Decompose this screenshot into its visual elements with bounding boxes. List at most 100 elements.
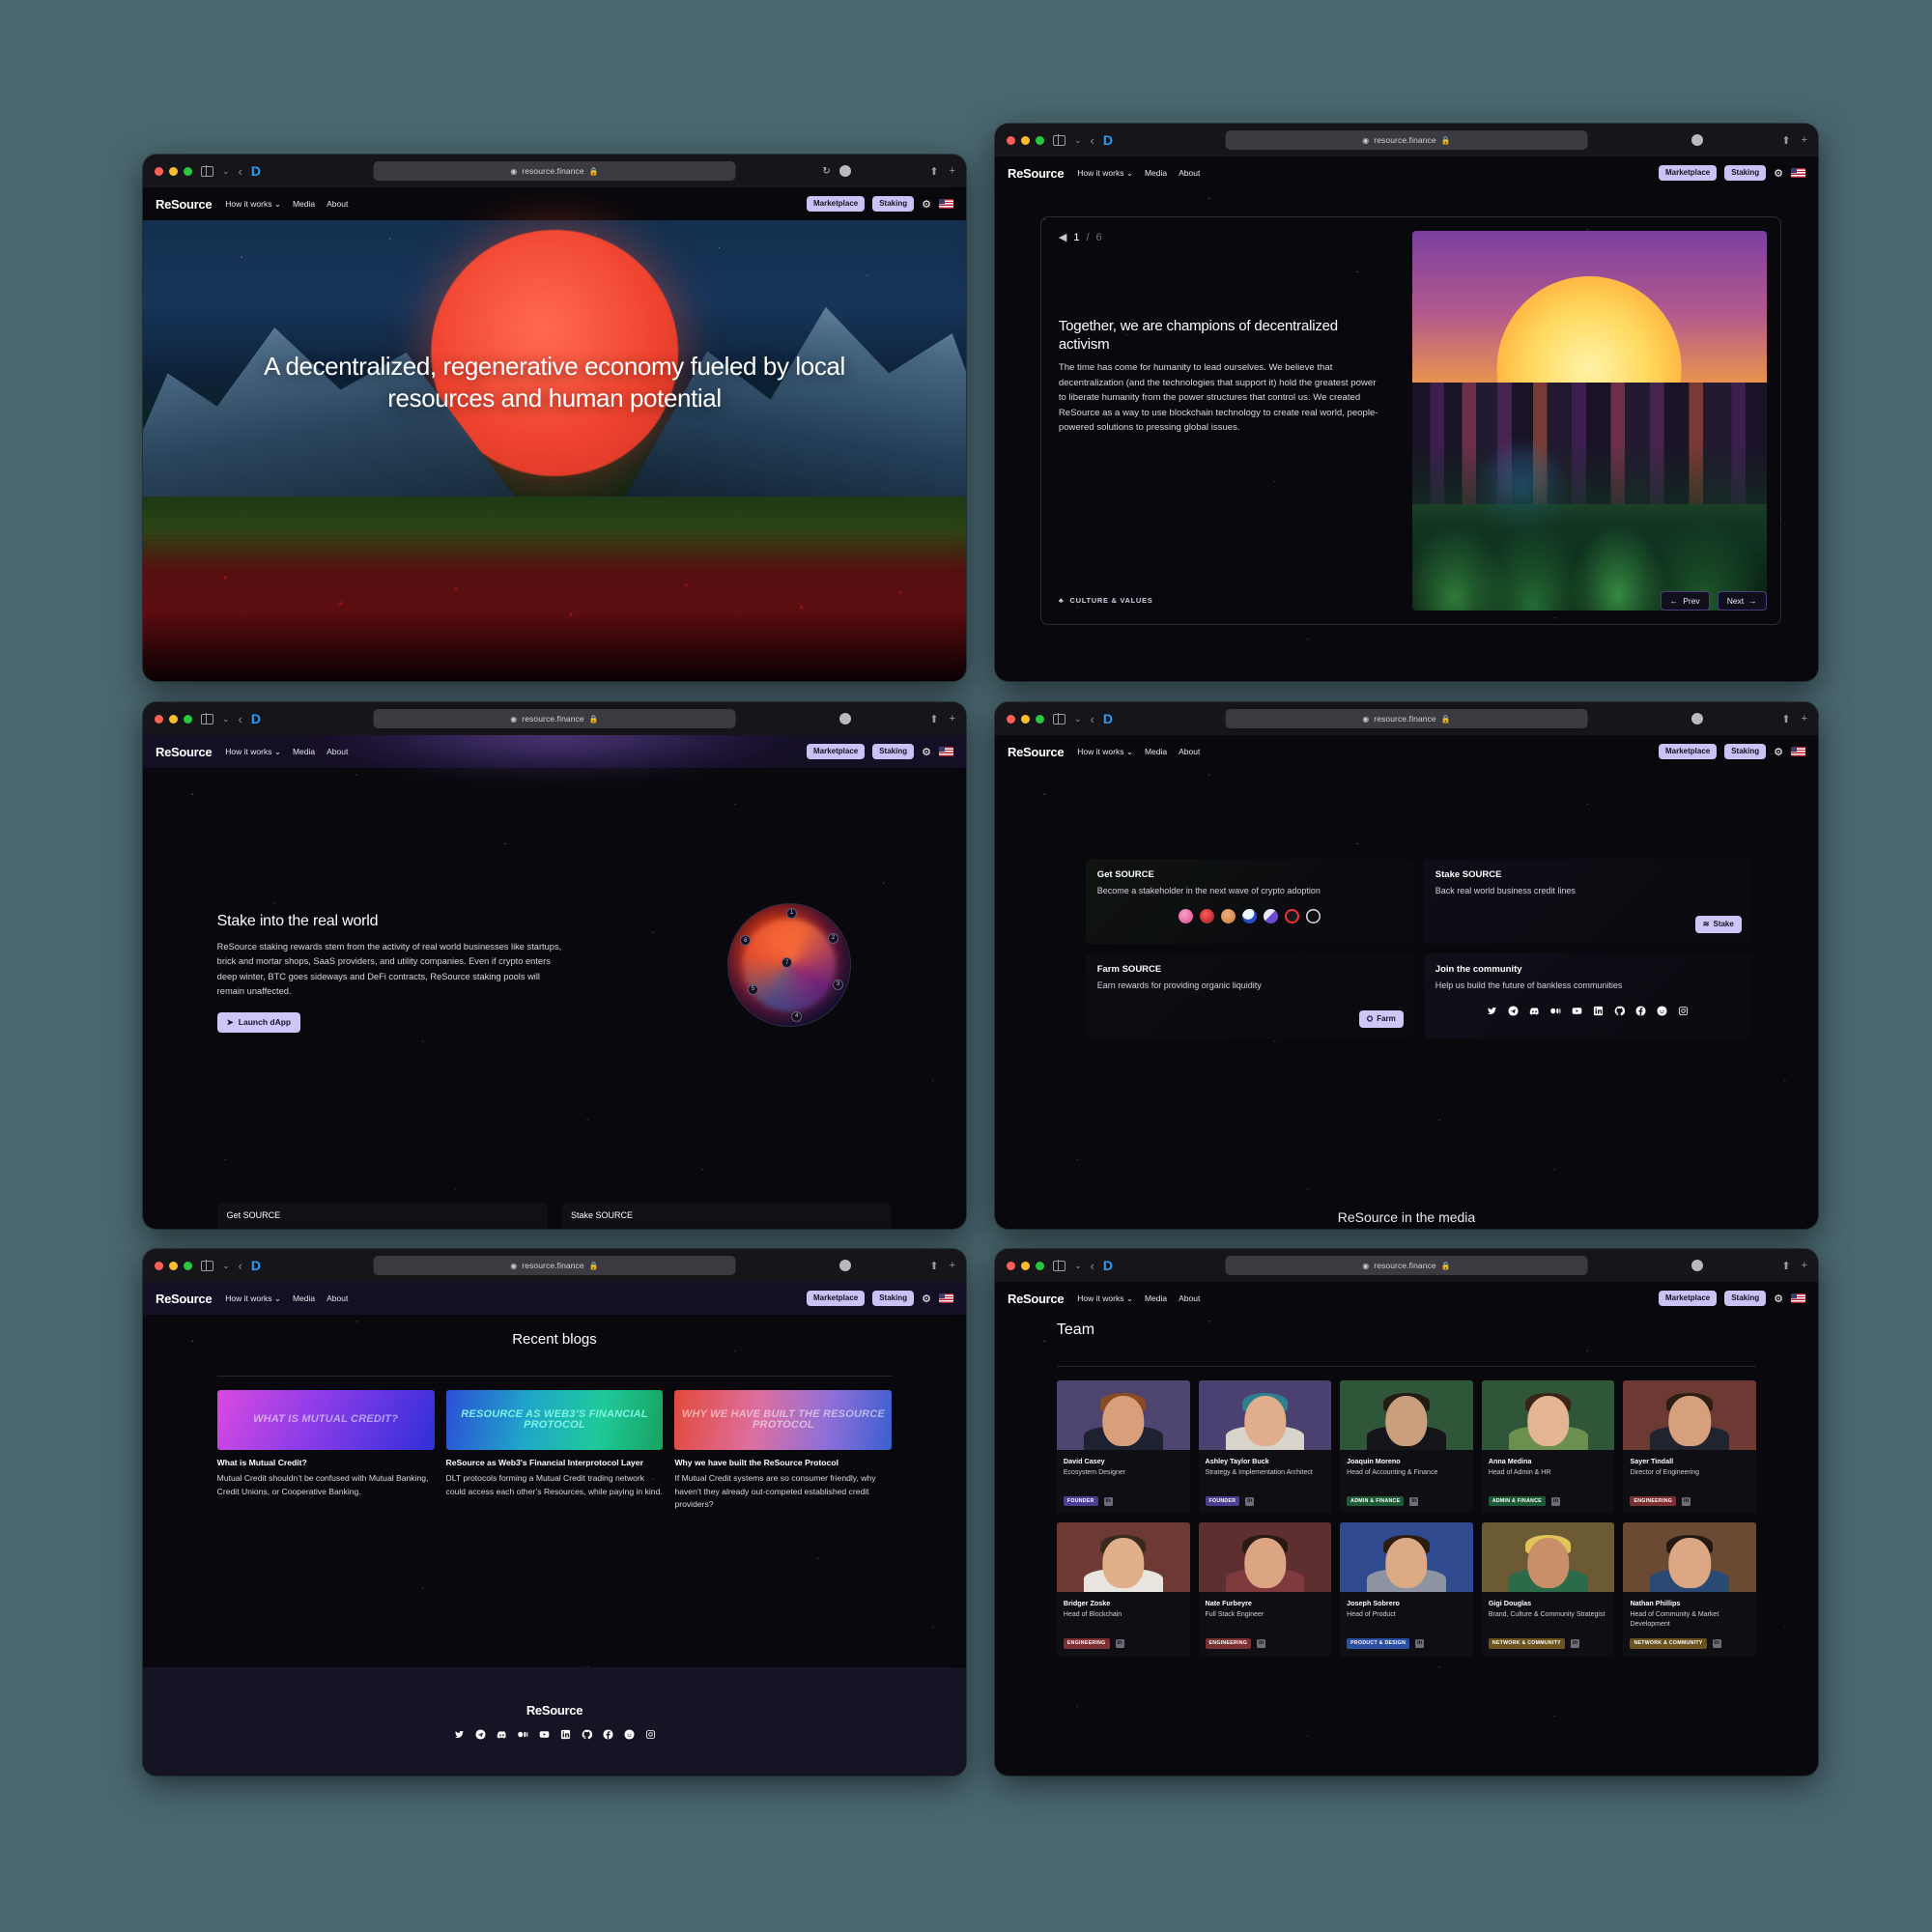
linkedin-icon[interactable]: in (1682, 1496, 1691, 1506)
chevron-down-icon[interactable]: ⌄ (1074, 1261, 1082, 1271)
reddit-icon[interactable] (1657, 1006, 1667, 1016)
reload-group[interactable]: ↻ (822, 165, 851, 177)
paintswap-icon[interactable] (1264, 908, 1279, 923)
extension-icon[interactable]: D (251, 163, 261, 179)
close-window-button[interactable] (155, 166, 163, 176)
nav-how-it-works[interactable]: How it works ⌄ (1077, 747, 1133, 757)
gear-icon[interactable]: ⚙ (922, 198, 931, 211)
extension-icon[interactable]: D (251, 1258, 261, 1273)
share-icon[interactable]: ⬆ (929, 713, 938, 725)
team-card[interactable]: Nate Furbeyre Full Stack Engineer ENGINEER… (1198, 1522, 1332, 1657)
carousel-next-button[interactable]: Next → (1717, 590, 1767, 611)
maximize-window-button[interactable] (184, 166, 192, 176)
sushiswap-icon[interactable] (1200, 908, 1215, 923)
staking-button[interactable]: Staking (872, 196, 915, 212)
marketplace-button[interactable]: Marketplace (806, 1291, 866, 1306)
new-tab-icon[interactable]: + (1802, 1260, 1807, 1271)
nav-media[interactable]: Media (1145, 168, 1167, 178)
discord-icon[interactable] (1529, 1006, 1540, 1016)
chevron-down-icon[interactable]: ⌄ (1074, 135, 1082, 146)
logo[interactable]: ReSource (1008, 745, 1065, 759)
nav-how-it-works[interactable]: How it works ⌄ (1077, 1293, 1133, 1304)
traffic-lights[interactable] (1007, 135, 1044, 145)
new-tab-icon[interactable]: + (1802, 713, 1807, 724)
language-flag-icon[interactable] (939, 1293, 953, 1303)
orb-node[interactable]: 4 (791, 1010, 803, 1022)
back-icon[interactable]: ‹ (239, 164, 242, 179)
address-bar[interactable]: ◉ resource.finance 🔒 (1225, 130, 1588, 150)
marketplace-button[interactable]: Marketplace (1658, 1291, 1718, 1306)
facebook-icon[interactable] (602, 1729, 613, 1740)
traffic-lights[interactable] (1007, 1261, 1044, 1270)
nav-about[interactable]: About (1179, 747, 1200, 756)
nav-about[interactable]: About (1179, 168, 1200, 178)
page-menu-icon[interactable] (838, 1260, 851, 1271)
staking-button[interactable]: Staking (872, 744, 915, 759)
linkedin-icon[interactable]: in (1257, 1638, 1266, 1648)
page-menu-icon[interactable] (838, 713, 851, 724)
sidebar-toggle-icon[interactable] (201, 1260, 213, 1271)
nav-media[interactable]: Media (293, 1293, 315, 1303)
gear-icon[interactable]: ⚙ (922, 746, 931, 758)
minimize-window-button[interactable] (169, 1261, 178, 1270)
new-tab-icon[interactable]: + (950, 165, 955, 177)
team-card[interactable]: Anna Medina Head of Admin & HR ADMIN & FIN… (1481, 1380, 1615, 1515)
footer-logo[interactable]: ReSource (526, 1703, 583, 1718)
staking-button[interactable]: Staking (1724, 1291, 1767, 1306)
maximize-window-button[interactable] (1036, 135, 1044, 145)
share-icon[interactable]: ⬆ (929, 1260, 938, 1272)
network-orb-graphic[interactable]: 1 2 3 4 5 6 7 (726, 902, 851, 1027)
reload-group[interactable] (838, 1260, 851, 1271)
maximize-window-button[interactable] (184, 714, 192, 724)
back-icon[interactable]: ‹ (1091, 1259, 1094, 1273)
orb-node[interactable]: 5 (747, 983, 758, 995)
back-icon[interactable]: ‹ (1091, 133, 1094, 148)
chrome-right-actions[interactable]: ⬆ + (1781, 134, 1807, 147)
back-icon[interactable]: ‹ (1091, 712, 1094, 726)
telegram-icon[interactable] (1508, 1006, 1519, 1016)
orb-node[interactable]: 1 (786, 907, 798, 919)
sidebar-toggle-icon[interactable] (1053, 134, 1065, 146)
peek-card-stake-source[interactable]: Stake SOURCE (561, 1204, 893, 1229)
minimize-window-button[interactable] (1021, 714, 1030, 724)
address-bar[interactable]: ◉ resource.finance 🔒 (1225, 1256, 1588, 1275)
logo[interactable]: ReSource (1008, 1292, 1065, 1306)
chevron-down-icon[interactable]: ⌄ (1074, 714, 1082, 724)
twitter-icon[interactable] (1487, 1006, 1497, 1016)
close-window-button[interactable] (1007, 714, 1015, 724)
discord-icon[interactable] (497, 1729, 507, 1740)
stake-button[interactable]: ≋ Stake (1694, 915, 1742, 933)
marketplace-button[interactable]: Marketplace (806, 196, 866, 212)
back-icon[interactable]: ‹ (239, 712, 242, 726)
minimize-window-button[interactable] (169, 714, 178, 724)
orb-node[interactable]: 3 (833, 979, 844, 990)
reload-group[interactable] (1690, 134, 1703, 146)
linkedin-icon[interactable] (560, 1729, 571, 1740)
blog-card[interactable]: WHAT IS MUTUAL CREDIT? What is Mutual Cr… (216, 1390, 435, 1511)
maximize-window-button[interactable] (1036, 714, 1044, 724)
share-icon[interactable]: ⬆ (929, 165, 938, 178)
team-card[interactable]: Joseph Sobrero Head of Product PRODUCT & D… (1340, 1522, 1473, 1657)
gear-icon[interactable]: ⚙ (1774, 746, 1783, 758)
nav-how-it-works[interactable]: How it works ⌄ (225, 199, 281, 210)
language-flag-icon[interactable] (939, 199, 953, 209)
linkedin-icon[interactable]: in (1415, 1638, 1425, 1648)
linkedin-icon[interactable]: in (1115, 1638, 1124, 1648)
orb-node[interactable]: 2 (828, 932, 839, 944)
chrome-right-actions[interactable]: ⬆ + (929, 713, 955, 725)
uniswap-icon[interactable] (1179, 908, 1194, 923)
staking-button[interactable]: Staking (1724, 744, 1767, 759)
traffic-lights[interactable] (155, 714, 192, 724)
chrome-right-actions[interactable]: ⬆ + (929, 1260, 955, 1272)
reddit-icon[interactable] (623, 1729, 635, 1740)
language-flag-icon[interactable] (1791, 1293, 1805, 1303)
share-icon[interactable]: ⬆ (1781, 1260, 1790, 1272)
address-bar[interactable]: ◉ resource.finance 🔒 (373, 709, 736, 728)
extension-icon[interactable]: D (1103, 711, 1113, 726)
medium-icon[interactable] (1550, 1006, 1561, 1016)
new-tab-icon[interactable]: + (950, 1260, 955, 1271)
instagram-icon[interactable] (645, 1729, 656, 1740)
page-menu-icon[interactable] (1690, 713, 1703, 724)
language-flag-icon[interactable] (1791, 747, 1805, 756)
nav-how-it-works[interactable]: How it works ⌄ (225, 1293, 281, 1304)
